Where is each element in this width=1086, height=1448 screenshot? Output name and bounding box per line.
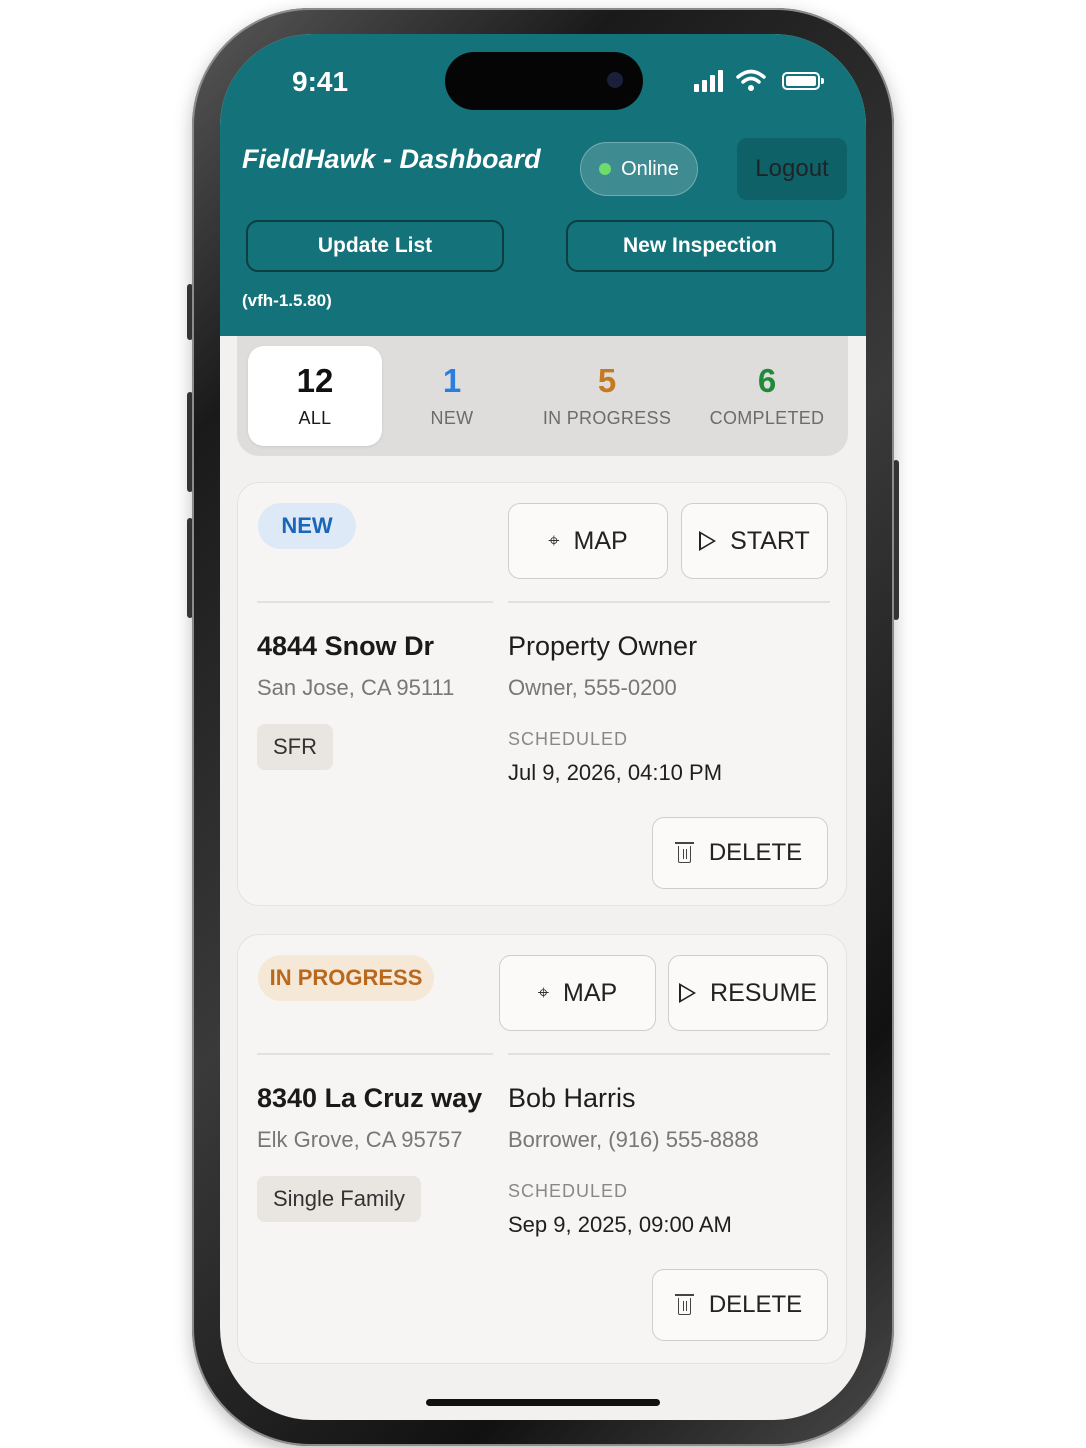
dynamic-island	[445, 52, 643, 110]
tab-in-progress-count: 5	[597, 362, 617, 399]
scheduled-datetime: Sep 9, 2025, 09:00 AM	[508, 1212, 732, 1237]
online-status-label: Online	[621, 157, 679, 180]
crosshair-icon: ⌖	[548, 529, 560, 552]
property-city: Elk Grove, CA 95757	[257, 1127, 463, 1152]
play-icon	[679, 983, 697, 1003]
home-indicator[interactable]	[426, 1399, 660, 1406]
tab-in-progress[interactable]: 5 IN PROGRESS	[537, 346, 677, 446]
update-list-button[interactable]: Update List	[246, 220, 504, 272]
inspection-card: IN PROGRESS ⌖ MAP RESUME 8340 La Cruz wa…	[237, 934, 847, 1364]
page-title: FieldHawk - Dashboard	[242, 144, 541, 174]
contact-detail: Owner, 555-0200	[508, 675, 677, 700]
scheduled-label: SCHEDULED	[508, 729, 629, 749]
start-button[interactable]: START	[681, 503, 828, 579]
battery-tip	[821, 78, 824, 84]
contact-name: Property Owner	[508, 631, 698, 661]
divider	[257, 601, 493, 603]
app-header: 9:41 FieldHawk - Dashboard Online Logout…	[220, 34, 866, 336]
resume-button-label: RESUME	[710, 978, 817, 1007]
trash-icon	[674, 1294, 694, 1315]
map-button[interactable]: ⌖ MAP	[499, 955, 656, 1031]
divider	[257, 1053, 493, 1055]
camera-icon	[607, 72, 623, 88]
play-icon	[699, 531, 717, 551]
property-address: 8340 La Cruz way	[257, 1083, 483, 1113]
tab-new-label: NEW	[430, 408, 474, 428]
map-button-label: MAP	[573, 526, 628, 555]
tab-completed-label: COMPLETED	[709, 408, 825, 428]
start-button-label: START	[730, 526, 810, 555]
wifi-icon	[736, 69, 766, 91]
tab-new-count: 1	[442, 362, 462, 399]
battery-icon	[782, 72, 820, 90]
map-button[interactable]: ⌖ MAP	[508, 503, 668, 579]
status-icons	[694, 68, 824, 94]
property-city: San Jose, CA 95111	[257, 675, 455, 700]
property-address: 4844 Snow Dr	[257, 631, 435, 661]
divider	[508, 601, 830, 603]
scheduled-label: SCHEDULED	[508, 1181, 629, 1201]
inspection-card: NEW ⌖ MAP START 4844 Snow Dr San Jose, C…	[237, 482, 847, 906]
map-button-label: MAP	[563, 978, 618, 1007]
signal-icon	[694, 68, 726, 94]
trash-icon	[674, 842, 694, 863]
contact-detail: Borrower, (916) 555-8888	[508, 1127, 759, 1152]
new-inspection-button[interactable]: New Inspection	[566, 220, 834, 272]
tab-completed-count: 6	[757, 362, 777, 399]
tab-completed[interactable]: 6 COMPLETED	[697, 346, 837, 446]
tab-in-progress-label: IN PROGRESS	[542, 408, 672, 428]
app-version: (vfh-1.5.80)	[242, 291, 332, 310]
status-badge: IN PROGRESS	[258, 955, 434, 1001]
crosshair-icon: ⌖	[537, 981, 550, 1004]
tab-all-count: 12	[296, 362, 334, 399]
phone-screen: 9:41 FieldHawk - Dashboard Online Logout…	[220, 34, 866, 1420]
logout-button[interactable]: Logout	[737, 138, 847, 200]
property-type-chip: SFR	[257, 724, 333, 770]
delete-button[interactable]: DELETE	[652, 817, 828, 889]
status-badge: NEW	[258, 503, 356, 549]
delete-button-label: DELETE	[708, 839, 803, 866]
delete-button-label: DELETE	[708, 1291, 803, 1318]
online-status-badge: Online	[580, 142, 698, 196]
contact-name: Bob Harris	[508, 1083, 636, 1113]
resume-button[interactable]: RESUME	[668, 955, 828, 1031]
tab-new[interactable]: 1 NEW	[385, 346, 519, 446]
status-time: 9:41	[292, 66, 349, 97]
tab-all[interactable]: 12 ALL	[248, 346, 382, 446]
divider	[508, 1053, 830, 1055]
online-dot-icon	[599, 163, 612, 175]
delete-button[interactable]: DELETE	[652, 1269, 828, 1341]
scheduled-datetime: Jul 9, 2026, 04:10 PM	[508, 760, 723, 785]
tab-all-label: ALL	[298, 408, 332, 428]
property-type-chip: Single Family	[257, 1176, 422, 1222]
status-summary-tabs: 12 ALL 1 NEW 5 IN PROGRESS 6 COMPLETED	[237, 336, 848, 456]
